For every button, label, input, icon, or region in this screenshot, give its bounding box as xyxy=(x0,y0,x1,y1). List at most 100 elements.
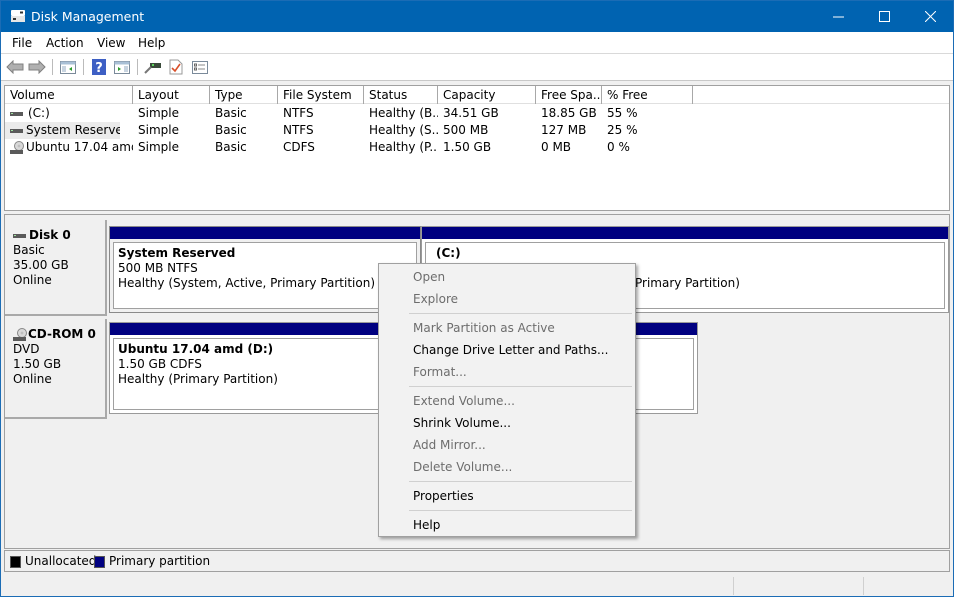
capacity-cell: 500 MB xyxy=(443,123,489,137)
disk-management-app-icon xyxy=(11,10,25,22)
capacity-cell: 34.51 GB xyxy=(443,106,499,120)
status-cell: Healthy (P... xyxy=(369,140,438,154)
column-header-percent-free[interactable]: % Free xyxy=(602,86,693,104)
status-bar xyxy=(1,575,953,596)
forward-icon xyxy=(28,60,46,74)
connect-disk-icon xyxy=(144,63,161,74)
column-header-volume[interactable]: Volume xyxy=(5,86,133,104)
show-hide-action-pane-button[interactable] xyxy=(113,58,131,76)
menu-item-delete-volume[interactable]: Delete Volume... xyxy=(413,459,512,475)
volume-cell: Ubuntu 17.04 amd... xyxy=(5,139,133,156)
status-cell: Healthy (S... xyxy=(369,123,438,137)
cdrom-0-label[interactable]: CD-ROM 0 DVD 1.50 GB Online xyxy=(5,319,107,419)
menu-item-open[interactable]: Open xyxy=(413,269,445,285)
legend-primary-partition: Primary partition xyxy=(109,554,211,568)
checklist-icon xyxy=(169,59,183,75)
properties-list-icon xyxy=(192,60,208,74)
toolbar-separator xyxy=(52,59,53,75)
menu-item-change-drive-letter[interactable]: Change Drive Letter and Paths... xyxy=(413,342,608,358)
type-cell: Basic xyxy=(215,106,247,120)
disk-size: 35.00 GB xyxy=(13,258,69,272)
help-button[interactable]: ? xyxy=(90,58,108,76)
menu-item-properties[interactable]: Properties xyxy=(413,488,474,504)
legend-unallocated: Unallocated xyxy=(25,554,97,568)
maximize-button[interactable] xyxy=(861,1,907,32)
unallocated-swatch xyxy=(10,556,21,568)
maximize-icon xyxy=(878,11,890,22)
menu-action[interactable]: Action xyxy=(46,36,84,50)
disk-name: Disk 0 xyxy=(29,228,71,242)
forward-button[interactable] xyxy=(28,58,46,76)
file-system-cell: NTFS xyxy=(283,106,314,120)
partition-body: System Reserved 500 MB NTFS Healthy (Sys… xyxy=(113,242,417,309)
partition-name: (C:) xyxy=(436,246,461,260)
volume-cell: (C:) xyxy=(5,105,133,122)
volume-row[interactable]: System Reserved Simple Basic NTFS Health… xyxy=(5,122,949,139)
menu-item-add-mirror[interactable]: Add Mirror... xyxy=(413,437,486,453)
primary-partition-bar xyxy=(110,227,420,239)
percent-free-cell: 0 % xyxy=(607,140,630,154)
volume-row[interactable]: Ubuntu 17.04 amd... Simple Basic CDFS He… xyxy=(5,139,949,156)
connect-disk-button[interactable] xyxy=(144,58,162,76)
column-header-file-system[interactable]: File System xyxy=(278,86,364,104)
free-space-cell: 18.85 GB xyxy=(541,106,597,120)
menu-item-explore[interactable]: Explore xyxy=(413,291,458,307)
cd-drive-icon xyxy=(10,140,24,154)
file-system-cell: CDFS xyxy=(283,140,315,154)
menu-item-extend-volume[interactable]: Extend Volume... xyxy=(413,393,515,409)
partition-system-reserved[interactable]: System Reserved 500 MB NTFS Healthy (Sys… xyxy=(109,226,421,313)
help-icon: ? xyxy=(92,59,106,75)
menu-file[interactable]: File xyxy=(12,36,32,50)
volume-name: (C:) xyxy=(28,106,50,120)
menu-separator xyxy=(409,386,632,387)
primary-partition-bar xyxy=(422,227,948,239)
menu-item-help[interactable]: Help xyxy=(413,517,440,533)
menu-separator xyxy=(409,313,632,314)
disk-management-window: Disk Management File Action View Help ? xyxy=(0,0,954,597)
volume-list-header: Volume Layout Type File System Status Ca… xyxy=(5,86,949,104)
minimize-button[interactable] xyxy=(815,1,861,32)
title-bar[interactable]: Disk Management xyxy=(1,1,953,32)
back-button[interactable] xyxy=(6,58,24,76)
menu-bar: File Action View Help xyxy=(1,32,953,54)
percent-free-cell: 55 % xyxy=(607,106,638,120)
volume-cell: System Reserved xyxy=(5,122,120,139)
status-divider xyxy=(733,577,734,595)
file-system-cell: NTFS xyxy=(283,123,314,137)
column-header-status[interactable]: Status xyxy=(364,86,438,104)
cd-drive-icon xyxy=(13,327,27,341)
column-header-type[interactable]: Type xyxy=(210,86,278,104)
status-divider xyxy=(863,577,864,595)
volume-name: System Reserved xyxy=(26,123,120,137)
disk-0-label[interactable]: Disk 0 Basic 35.00 GB Online xyxy=(5,220,107,316)
properties-list-button[interactable] xyxy=(191,58,209,76)
free-space-cell: 0 MB xyxy=(541,140,572,154)
checklist-button[interactable] xyxy=(167,58,185,76)
layout-cell: Simple xyxy=(138,140,179,154)
column-header-layout[interactable]: Layout xyxy=(133,86,210,104)
layout-cell: Simple xyxy=(138,123,179,137)
disk-size: 1.50 GB xyxy=(13,357,62,371)
free-space-cell: 127 MB xyxy=(541,123,587,137)
volume-name: Ubuntu 17.04 amd... xyxy=(26,140,133,154)
menu-view[interactable]: View xyxy=(97,36,125,50)
menu-item-shrink-volume[interactable]: Shrink Volume... xyxy=(413,415,511,431)
column-header-free-space[interactable]: Free Spa... xyxy=(536,86,602,104)
partition-status: Healthy (System, Active, Primary Partiti… xyxy=(118,276,376,290)
close-icon xyxy=(924,11,936,22)
show-hide-console-tree-button[interactable] xyxy=(59,58,77,76)
menu-help[interactable]: Help xyxy=(138,36,165,50)
menu-item-mark-active[interactable]: Mark Partition as Active xyxy=(413,320,555,336)
status-cell: Healthy (B... xyxy=(369,106,438,120)
minimize-icon xyxy=(832,16,844,18)
type-cell: Basic xyxy=(215,123,247,137)
percent-free-cell: 25 % xyxy=(607,123,638,137)
layout-cell: Simple xyxy=(138,106,179,120)
close-button[interactable] xyxy=(907,1,953,32)
menu-item-format[interactable]: Format... xyxy=(413,364,467,380)
volume-row[interactable]: (C:) Simple Basic NTFS Healthy (B... 34.… xyxy=(5,105,949,122)
column-header-capacity[interactable]: Capacity xyxy=(438,86,536,104)
svg-text:?: ? xyxy=(95,61,103,75)
toolbar-separator xyxy=(137,59,138,75)
capacity-cell: 1.50 GB xyxy=(443,140,492,154)
